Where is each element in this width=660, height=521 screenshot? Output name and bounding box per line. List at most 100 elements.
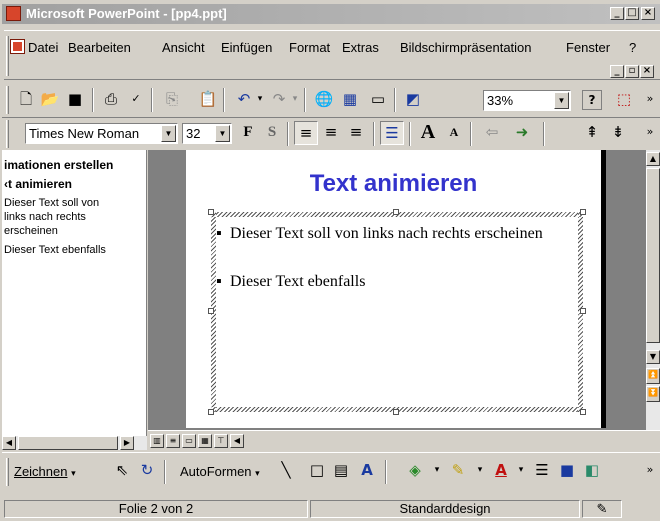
promote-icon[interactable]: ⇦ — [480, 121, 504, 145]
maximize-button[interactable]: □ — [625, 7, 639, 20]
help-icon[interactable]: ? — [582, 90, 602, 110]
scroll-left-icon[interactable]: ◀ — [2, 436, 16, 450]
slide-view-icon[interactable]: ▭ — [182, 434, 196, 448]
text-placeholder-body[interactable]: ▪ Dieser Text soll von links nach rechts… — [216, 217, 578, 407]
resize-handle[interactable] — [393, 409, 399, 415]
resize-handle[interactable] — [580, 409, 586, 415]
shadow-button[interactable]: S — [260, 121, 284, 145]
outline-view-icon[interactable]: ≡ — [166, 434, 180, 448]
bullets-icon[interactable]: ☰ — [380, 121, 404, 145]
increase-font-icon[interactable]: A — [416, 121, 440, 145]
menu-bearbeiten[interactable]: Bearbeiten — [68, 40, 131, 55]
outline-pane[interactable]: imationen erstellen ‹t animieren Dieser … — [2, 150, 147, 436]
3d-icon[interactable]: ◧ — [580, 459, 604, 483]
view-bar: ▥ ≡ ▭ ▦ ⊤ ◀ — [148, 430, 660, 450]
table-icon[interactable]: ▦ — [338, 88, 362, 112]
pdf-icon[interactable]: ⬚ — [612, 88, 636, 112]
align-center-icon[interactable]: ≡ — [319, 121, 343, 145]
scroll-thumb[interactable] — [18, 436, 118, 450]
open-icon[interactable]: 📂 — [38, 88, 62, 112]
scroll-down-icon[interactable]: ▼ — [646, 350, 660, 364]
previous-slide-icon[interactable]: ⏫ — [646, 368, 660, 384]
menu-einfuegen[interactable]: Einfügen — [221, 40, 272, 55]
align-right-icon[interactable]: ≡ — [344, 121, 368, 145]
font-select[interactable]: Times New Roman ▼ — [25, 123, 178, 144]
spellcheck-icon[interactable]: ✓ — [124, 88, 148, 112]
scroll-left-icon[interactable]: ◀ — [230, 434, 244, 448]
spelling-status-icon[interactable]: ✎ — [582, 500, 622, 518]
chevron-down-icon[interactable]: ▼ — [215, 125, 230, 142]
scroll-up-icon[interactable]: ▲ — [646, 152, 660, 166]
resize-handle[interactable] — [580, 308, 586, 314]
bold-button[interactable]: F — [236, 121, 260, 145]
line-spacing-down-icon[interactable]: ⇟ — [606, 121, 630, 145]
slide-canvas[interactable]: Text animieren ▪ Dieser Text soll von li… — [186, 150, 606, 428]
resize-handle[interactable] — [393, 209, 399, 215]
close-button[interactable]: × — [641, 7, 655, 20]
toolbar-overflow-icon[interactable]: » — [642, 459, 658, 483]
line-icon[interactable]: ╲ — [274, 459, 298, 483]
slide-vscrollbar[interactable]: ▲ ▼ ⏫ ⏬ — [646, 150, 660, 440]
textbox-icon[interactable]: ▤ — [329, 459, 353, 483]
resize-handle[interactable] — [208, 409, 214, 415]
chevron-down-icon[interactable]: ▼ — [161, 125, 176, 142]
resize-handle[interactable] — [580, 209, 586, 215]
align-left-icon[interactable]: ≡ — [294, 121, 318, 145]
doc-minimize-button[interactable]: _ — [610, 65, 624, 78]
status-slide-number: Folie 2 von 2 — [4, 500, 308, 518]
app-icon[interactable] — [6, 6, 21, 21]
fill-color-icon[interactable]: ◈ — [403, 459, 427, 483]
slideshow-icon[interactable]: ⊤ — [214, 434, 228, 448]
minimize-button[interactable]: _ — [610, 7, 624, 20]
bullet-item[interactable]: ▪ Dieser Text soll von links nach rechts… — [216, 223, 570, 245]
font-size-select[interactable]: 32 ▼ — [182, 123, 232, 144]
toolbar-separator — [470, 122, 472, 146]
chevron-down-icon[interactable]: ▼ — [554, 92, 569, 109]
paste-icon[interactable]: 📋 — [196, 88, 220, 112]
menu-fenster[interactable]: Fenster — [566, 40, 610, 55]
text-placeholder[interactable]: ▪ Dieser Text soll von links nach rechts… — [208, 209, 586, 415]
slide-sorter-icon[interactable]: ▦ — [198, 434, 212, 448]
outline-hscrollbar[interactable]: ◀ ▶ — [2, 436, 147, 450]
draw-menu-button[interactable]: Zeichnen ▾ — [14, 464, 76, 479]
demote-icon[interactable]: ➜ — [510, 121, 534, 145]
toolbar-overflow-icon[interactable]: » — [642, 88, 658, 112]
select-arrow-icon[interactable]: ⇖ — [110, 459, 134, 483]
menu-help[interactable]: ? — [629, 40, 636, 55]
rectangle-icon[interactable]: □ — [305, 459, 329, 483]
scroll-right-icon[interactable]: ▶ — [120, 436, 134, 450]
line-color-icon[interactable]: ✎ — [446, 459, 470, 483]
doc-close-button[interactable]: × — [640, 65, 654, 78]
hyperlink-icon[interactable]: 🌐 — [312, 88, 336, 112]
menu-extras[interactable]: Extras — [342, 40, 379, 55]
grayscale-icon[interactable]: ◩ — [401, 88, 425, 112]
resize-handle[interactable] — [208, 308, 214, 314]
line-style-icon[interactable]: ☰ — [530, 459, 554, 483]
print-icon[interactable]: ⎙ — [99, 88, 123, 112]
menu-datei[interactable]: Datei — [28, 40, 58, 55]
line-spacing-up-icon[interactable]: ⇞ — [580, 121, 604, 145]
zoom-select[interactable]: 33% ▼ — [483, 90, 571, 111]
doc-restore-button[interactable]: ▫ — [625, 65, 639, 78]
menu-bildschirmpraesentation[interactable]: Bildschirmpräsentation — [400, 40, 532, 55]
autoshapes-button[interactable]: AutoFormen ▾ — [180, 464, 260, 479]
menu-format[interactable]: Format — [289, 40, 330, 55]
decrease-font-icon[interactable]: A — [442, 121, 466, 145]
normal-view-icon[interactable]: ▥ — [150, 434, 164, 448]
copy-icon[interactable]: ⎘ — [160, 88, 184, 112]
save-icon[interactable]: ■ — [63, 88, 87, 112]
free-rotate-icon[interactable]: ↻ — [135, 459, 159, 483]
chart-icon[interactable]: ▭ — [366, 88, 390, 112]
font-size-value: 32 — [186, 126, 201, 141]
wordart-icon[interactable]: A — [355, 459, 379, 483]
menu-ansicht[interactable]: Ansicht — [162, 40, 205, 55]
next-slide-icon[interactable]: ⏬ — [646, 386, 660, 402]
bullet-item[interactable]: ▪ Dieser Text ebenfalls — [216, 271, 570, 293]
slide-title[interactable]: Text animieren — [186, 170, 601, 198]
resize-handle[interactable] — [208, 209, 214, 215]
toolbar-overflow-icon[interactable]: » — [642, 121, 658, 145]
scroll-thumb[interactable] — [646, 168, 660, 343]
title-bar[interactable]: Microsoft PowerPoint - [pp4.ppt] _ □ × — [2, 4, 660, 24]
new-icon[interactable]: 🗋 — [14, 88, 38, 112]
shadow-icon[interactable]: ■ — [555, 459, 579, 483]
